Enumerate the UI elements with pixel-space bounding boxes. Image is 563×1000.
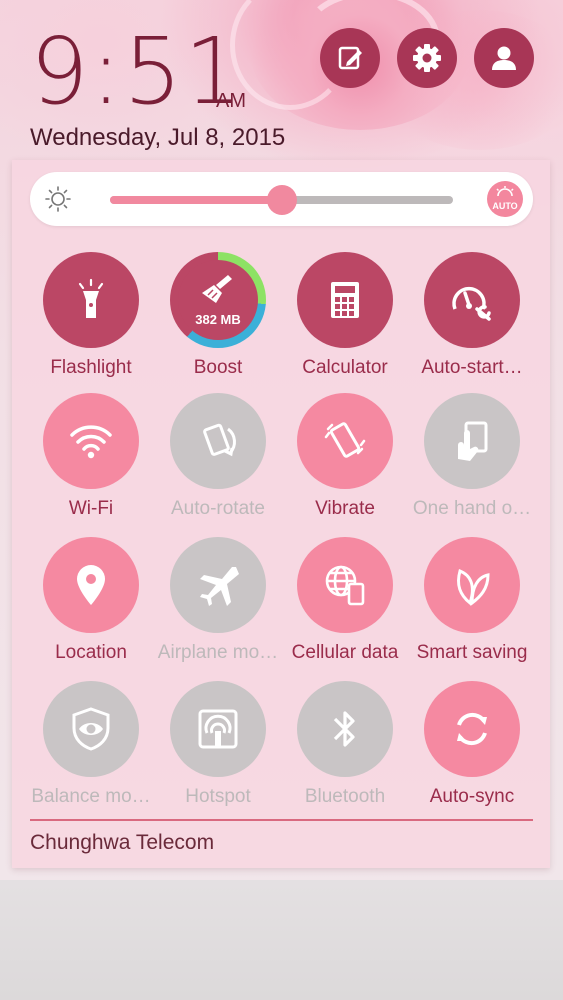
- settings-button[interactable]: [397, 28, 457, 88]
- edit-quick-settings-button[interactable]: [320, 28, 380, 88]
- tile-circle[interactable]: [43, 681, 139, 777]
- gear-icon: [413, 44, 441, 72]
- tile-label: Boost: [193, 357, 243, 378]
- tile-circle[interactable]: [297, 393, 393, 489]
- airplane-icon: [196, 563, 240, 607]
- tile-circle[interactable]: [424, 393, 520, 489]
- tile-airplane-mo[interactable]: Airplane mo…: [155, 537, 281, 673]
- tile-circle[interactable]: [43, 252, 139, 348]
- tile-label: Auto-rotate: [171, 498, 265, 519]
- tile-label: One hand o…: [412, 498, 532, 519]
- tile-label: Airplane mo…: [157, 642, 279, 663]
- tile-circle[interactable]: [170, 681, 266, 777]
- tile-circle[interactable]: [424, 252, 520, 348]
- vibrate-icon: [323, 417, 367, 465]
- user-icon: [492, 46, 516, 70]
- brightness-slider[interactable]: [110, 185, 453, 215]
- tile-circle[interactable]: [43, 393, 139, 489]
- wifi-icon: [68, 423, 114, 459]
- tile-auto-rotate[interactable]: Auto-rotate: [155, 393, 281, 529]
- tile-wi-fi[interactable]: Wi-Fi: [28, 393, 154, 529]
- edit-icon: [338, 46, 362, 70]
- tile-circle[interactable]: [43, 537, 139, 633]
- brightness-fill: [110, 196, 282, 204]
- tile-circle[interactable]: [424, 681, 520, 777]
- tile-cellular-data[interactable]: Cellular data: [282, 537, 408, 673]
- tile-label: Vibrate: [315, 498, 375, 519]
- divider: [30, 819, 533, 821]
- brightness-bar: AUTO: [30, 172, 533, 226]
- carrier-name: Chunghwa Telecom: [30, 831, 215, 854]
- tile-label: Auto-sync: [429, 786, 515, 807]
- tile-label: Bluetooth: [304, 786, 386, 807]
- clock-ampm: AM: [216, 90, 246, 112]
- tile-circle[interactable]: [297, 252, 393, 348]
- location-pin-icon: [74, 563, 108, 607]
- sync-icon: [450, 707, 494, 751]
- tile-vibrate[interactable]: Vibrate: [282, 393, 408, 529]
- boost-memory-ring: 382 MB: [170, 252, 266, 348]
- tile-circle[interactable]: [297, 537, 393, 633]
- boost-memory-value: 382 MB: [195, 312, 241, 327]
- tile-hotspot[interactable]: Hotspot: [155, 681, 281, 817]
- shield-eye-icon: [69, 706, 113, 752]
- boost-inner: 382 MB: [178, 260, 258, 340]
- tile-circle[interactable]: [297, 681, 393, 777]
- tile-balance-mo[interactable]: Balance mo…: [28, 681, 154, 817]
- tile-boost[interactable]: 382 MB Boost: [155, 252, 281, 388]
- tile-label: Location: [55, 642, 127, 663]
- tile-label: Calculator: [302, 357, 388, 378]
- tile-label: Balance mo…: [31, 786, 151, 807]
- leaf-icon: [450, 563, 494, 607]
- auto-brightness-icon: [496, 186, 514, 196]
- tile-label: Flashlight: [50, 357, 132, 378]
- hotspot-icon: [196, 707, 240, 751]
- brightness-thumb[interactable]: [266, 185, 297, 215]
- tile-auto-start[interactable]: Auto-start…: [409, 252, 535, 388]
- tile-one-hand-o[interactable]: One hand o…: [409, 393, 535, 529]
- broom-icon: [198, 273, 238, 310]
- cellular-data-icon: [322, 562, 368, 608]
- tile-label: Auto-start…: [421, 357, 523, 378]
- tile-label: Wi-Fi: [68, 498, 114, 519]
- speedometer-wrench-icon: [449, 279, 495, 321]
- tile-bluetooth[interactable]: Bluetooth: [282, 681, 408, 817]
- user-profile-button[interactable]: [474, 28, 534, 88]
- clock-time: 9:51: [30, 18, 245, 125]
- tile-calculator[interactable]: Calculator: [282, 252, 408, 388]
- tile-label: Hotspot: [185, 786, 251, 807]
- tile-location[interactable]: Location: [28, 537, 154, 673]
- flashlight-icon: [71, 278, 111, 322]
- bluetooth-icon: [329, 707, 361, 751]
- tile-label: Smart saving: [416, 642, 528, 663]
- tile-smart-saving[interactable]: Smart saving: [409, 537, 535, 673]
- calculator-icon: [327, 280, 363, 320]
- tile-label: Cellular data: [291, 642, 399, 663]
- tile-circle[interactable]: [170, 537, 266, 633]
- auto-brightness-label: AUTO: [492, 201, 518, 211]
- tile-auto-sync[interactable]: Auto-sync: [409, 681, 535, 817]
- tile-circle[interactable]: [170, 393, 266, 489]
- one-hand-icon: [450, 419, 494, 463]
- tile-flashlight[interactable]: Flashlight: [28, 252, 154, 388]
- date-label: Wednesday, Jul 8, 2015: [30, 124, 286, 151]
- tile-circle[interactable]: [424, 537, 520, 633]
- brightness-sun-icon: [45, 186, 71, 212]
- rotate-icon: [196, 419, 240, 463]
- auto-brightness-button[interactable]: AUTO: [487, 181, 523, 217]
